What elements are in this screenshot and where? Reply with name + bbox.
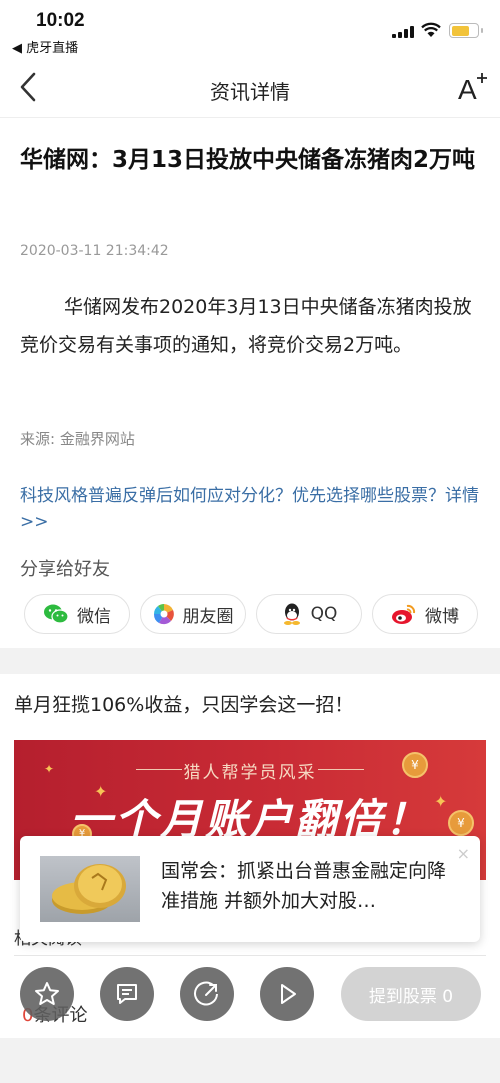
article-source: 来源: 金融界网站: [20, 430, 135, 448]
wechat-icon: [43, 603, 69, 625]
share-icon: [194, 981, 218, 1006]
article-date: 2020-03-11 21:34:42: [20, 243, 169, 259]
news-thumbnail: [40, 856, 140, 922]
article-body: 华储网发布2020年3月13日中央储备冻猪肉投放竞价交易有关事项的通知，将竞价交…: [20, 296, 472, 356]
sparkle-icon: ✦: [434, 792, 448, 811]
comment-button[interactable]: [100, 967, 154, 1021]
star-icon: [35, 982, 59, 1005]
promo-link[interactable]: 科技风格普遍反弹后如何应对分化？优先选择哪些股票？详情>>: [20, 483, 482, 535]
status-bar: 10:02 ◀ 虎牙直播: [0, 0, 500, 58]
share-moments-label: 朋友圈: [182, 606, 234, 627]
font-size-button[interactable]: A: [456, 72, 488, 105]
close-icon[interactable]: ×: [457, 844, 470, 863]
comment-icon: [117, 984, 137, 1004]
banner-line-right: [318, 769, 364, 770]
wifi-icon: [421, 22, 441, 37]
share-qq-label: QQ: [310, 604, 338, 624]
nav-bar: 资讯详情 A: [0, 58, 500, 118]
share-wechat-button[interactable]: 微信: [24, 594, 130, 634]
play-icon: [281, 984, 296, 1004]
section-divider: [0, 648, 500, 674]
status-time: 10:02: [36, 10, 85, 31]
font-size-label: A: [458, 74, 477, 105]
share-wechat-label: 微信: [77, 606, 111, 627]
cellular-signal-icon: [392, 26, 416, 38]
news-popup-card[interactable]: 国常会：抓紧出台普惠金融定向降准措施 并额外加大对股… ×: [20, 836, 480, 942]
article-title: 华储网：3月13日投放中央储备冻猪肉2万吨: [20, 147, 476, 173]
moments-icon: [153, 603, 175, 625]
share-title: 分享给好友: [20, 559, 110, 580]
back-to-app-link[interactable]: ◀ 虎牙直播: [12, 37, 78, 56]
share-button[interactable]: [180, 967, 234, 1021]
share-weibo-button[interactable]: 微博: [372, 594, 478, 634]
coin-icon: ¥: [402, 752, 428, 778]
share-weibo-label: 微博: [425, 606, 459, 627]
favorite-button[interactable]: [20, 967, 74, 1021]
divider: [14, 955, 486, 956]
bottom-band: [0, 1038, 500, 1083]
play-button[interactable]: [260, 967, 314, 1021]
plus-icon: [477, 73, 487, 83]
weibo-icon: [391, 603, 417, 625]
ad-heading[interactable]: 单月狂揽106%收益，只因学会这一招！: [14, 690, 353, 717]
share-moments-button[interactable]: 朋友圈: [140, 594, 246, 634]
gold-coins-image: [52, 864, 126, 914]
mentioned-stocks-button[interactable]: 提到股票 0: [341, 967, 481, 1021]
sparkle-icon: ✦: [94, 782, 108, 801]
coin-icon: ¥: [448, 810, 474, 836]
share-qq-button[interactable]: QQ: [256, 594, 362, 634]
qq-icon: [281, 602, 303, 626]
share-row: 微信 朋友圈 QQ 微博: [24, 594, 480, 634]
news-popup-text: 国常会：抓紧出台普惠金融定向降准措施 并额外加大对股…: [161, 860, 447, 912]
page-title: 资讯详情: [210, 80, 290, 104]
sparkle-icon: ✦: [44, 762, 55, 776]
battery-icon: [449, 23, 483, 38]
